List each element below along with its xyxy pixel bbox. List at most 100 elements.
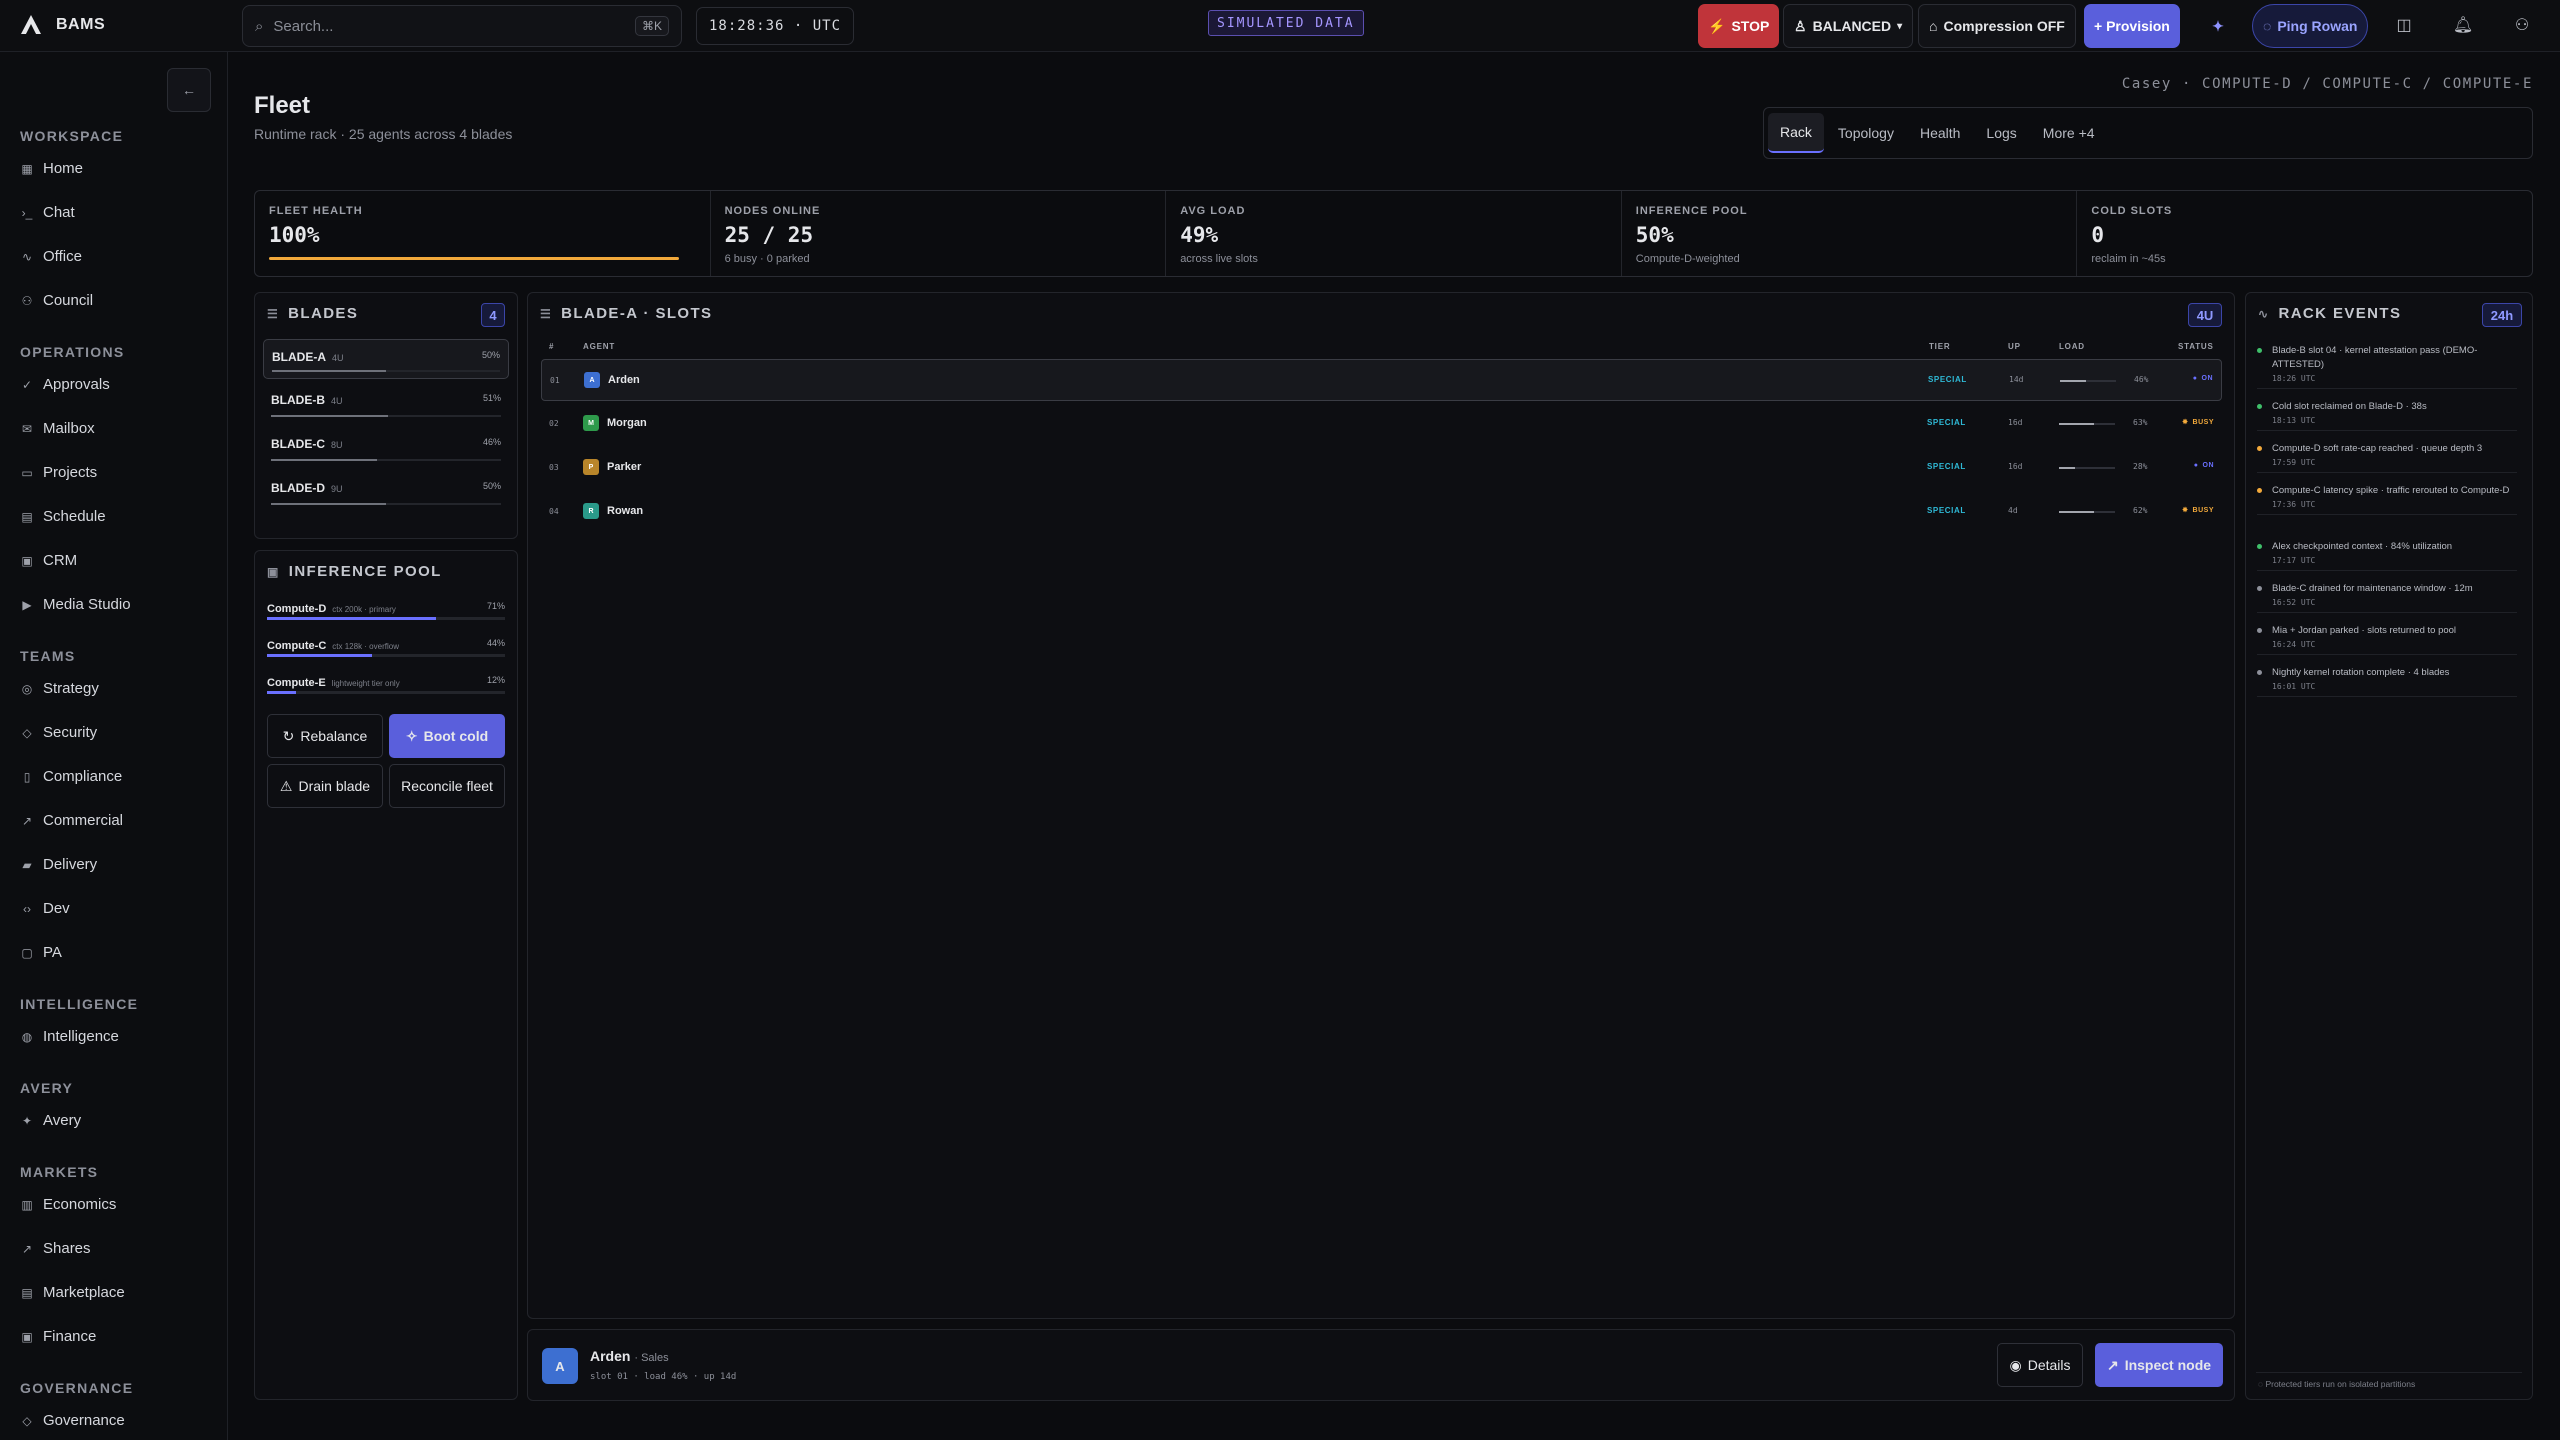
sidebar-item-avery[interactable]: ✦ Avery xyxy=(20,1112,81,1129)
sidebar-item-label: Finance xyxy=(43,1328,97,1345)
blade-name: BLADE-B xyxy=(271,393,325,407)
table-row[interactable]: 01 A Arden SPECIAL 14d 46% ● ON xyxy=(541,359,2222,401)
sidebar-item-home[interactable]: ▦ Home xyxy=(20,160,83,177)
sidebar-item-projects[interactable]: ▭ Projects xyxy=(20,464,97,481)
events-range-badge[interactable]: 24h xyxy=(2482,303,2522,327)
tab-logs[interactable]: Logs xyxy=(1974,113,2028,153)
sidebar-item-marketplace[interactable]: ▤ Marketplace xyxy=(20,1284,124,1301)
blades-count-badge: 4 xyxy=(481,303,505,327)
slot-number: 03 xyxy=(549,463,559,472)
details-button[interactable]: ◉ Details xyxy=(1997,1343,2083,1387)
event-dot xyxy=(2257,348,2262,353)
mode-dropdown[interactable]: ♙ BALANCED ▾ xyxy=(1783,4,1914,48)
slot-number: 02 xyxy=(549,419,559,428)
pool-load: 44% xyxy=(486,638,505,648)
sparkle-icon[interactable]: ✦ xyxy=(2202,4,2234,48)
load-percent: 28% xyxy=(2133,462,2148,471)
sidebar-item-office[interactable]: ∿ Office xyxy=(20,248,82,265)
event-time: 16:24 UTC xyxy=(2272,640,2316,649)
event-time: 17:17 UTC xyxy=(2272,556,2316,565)
tab-rack[interactable]: Rack xyxy=(1768,113,1824,153)
nav-icon: ◎ xyxy=(21,681,33,696)
sidebar-item-crm[interactable]: ▣ CRM xyxy=(20,552,77,569)
slot-number: 04 xyxy=(549,507,559,516)
blade-item[interactable]: BLADE-A 4U 50% xyxy=(263,339,509,379)
load-percent: 46% xyxy=(2134,375,2149,384)
stop-button[interactable]: ⚡ STOP xyxy=(1698,4,1780,48)
event-item: Compute-D soft rate-cap reached · queue … xyxy=(2257,442,2517,473)
sidebar-item-mailbox[interactable]: ✉ Mailbox xyxy=(20,420,95,437)
event-dot xyxy=(2257,586,2262,591)
blade-item[interactable]: BLADE-C 8U 46% xyxy=(263,427,509,467)
load-bar xyxy=(2060,380,2116,382)
shortcut-hint: ⌘K xyxy=(634,16,669,36)
kpi-cold-slots: COLD SLOTS 0 reclaim in ~45s xyxy=(2091,205,2173,265)
sidebar-item-schedule[interactable]: ▤ Schedule xyxy=(20,508,105,525)
page-title: Fleet xyxy=(254,92,311,119)
inspect-node-button[interactable]: ↗ Inspect node xyxy=(2095,1343,2223,1387)
sidebar-item-compliance[interactable]: ▯ Compliance xyxy=(20,768,123,785)
table-row[interactable]: 02 M Morgan SPECIAL 16d 63% ✸ BUSY xyxy=(541,403,2222,445)
user-icon[interactable]: ⚇ xyxy=(2511,14,2533,36)
sidebar-item-strategy[interactable]: ◎ Strategy xyxy=(20,680,99,697)
sidebar-item-council[interactable]: ⚇ Council xyxy=(20,292,93,309)
collapse-sidebar-button[interactable]: ← xyxy=(167,68,211,112)
bams-logo-icon xyxy=(21,15,41,34)
event-time: 16:01 UTC xyxy=(2272,682,2316,691)
tab-more[interactable]: More +4 xyxy=(2031,113,2107,153)
reconcile-fleet-button[interactable]: Reconcile fleet xyxy=(389,764,505,808)
boot-cold-button[interactable]: ✧ Boot cold xyxy=(389,714,505,758)
provision-button[interactable]: + Provision xyxy=(2084,4,2180,48)
status-dot-icon: ● xyxy=(2192,375,2198,382)
sidebar-item-pa[interactable]: ▢ PA xyxy=(20,944,62,961)
blade-load: 50% xyxy=(482,481,501,491)
load-bar xyxy=(2059,511,2115,513)
sidebar-item-label: Commercial xyxy=(43,812,124,829)
status-dot-icon: ✸ xyxy=(2182,419,2189,426)
panel-toggle-icon[interactable]: ◫ xyxy=(2393,14,2415,36)
sidebar-item-label: Avery xyxy=(43,1112,82,1129)
inference-pool-panel: ▣ INFERENCE POOL Compute-D ctx 200k · prim… xyxy=(254,550,518,1400)
event-time: 16:52 UTC xyxy=(2272,598,2316,607)
ping-button[interactable]: ◌ Ping Rowan xyxy=(2252,4,2369,48)
app-logo[interactable]: BAMS xyxy=(18,12,105,38)
nav-icon: ↗ xyxy=(21,813,33,828)
sidebar-item-approvals[interactable]: ✓ Approvals xyxy=(20,376,110,393)
warning-icon: ⚠ xyxy=(279,777,293,794)
sidebar-item-chat[interactable]: ›_ Chat xyxy=(20,204,75,221)
load-bar xyxy=(2059,467,2115,469)
drain-blade-button[interactable]: ⚠ Drain blade xyxy=(267,764,383,808)
sidebar-item-media-studio[interactable]: ▶ Media Studio xyxy=(20,596,131,613)
blade-item[interactable]: BLADE-B 4U 51% xyxy=(263,383,509,423)
nav-icon: ‹› xyxy=(23,901,31,916)
sidebar-item-intelligence[interactable]: ◍ Intelligence xyxy=(20,1028,119,1045)
kpi-avg-load: AVG LOAD 49% across live slots xyxy=(1166,191,1622,276)
uptime: 16d xyxy=(2008,418,2023,427)
sidebar-item-delivery[interactable]: ▰ Delivery xyxy=(20,856,97,873)
table-row[interactable]: 03 P Parker SPECIAL 16d 28% ● ON xyxy=(541,447,2222,489)
sidebar-item-economics[interactable]: ▥ Economics xyxy=(20,1196,116,1213)
sidebar-item-commercial[interactable]: ↗ Commercial xyxy=(20,812,123,829)
table-row[interactable]: 04 R Rowan SPECIAL 4d 62% ✸ BUSY xyxy=(541,491,2222,533)
tab-topology[interactable]: Topology xyxy=(1826,113,1906,153)
rebalance-button[interactable]: ↻ Rebalance xyxy=(267,714,383,758)
sidebar-item-label: Media Studio xyxy=(43,596,131,613)
sidebar-item-label: Chat xyxy=(43,204,75,221)
col-tier: TIER xyxy=(1929,342,1951,351)
slots-unit-badge: 4U xyxy=(2188,303,2222,327)
sidebar-item-finance[interactable]: ▣ Finance xyxy=(20,1328,96,1345)
sidebar-item-dev[interactable]: ‹› Dev xyxy=(20,900,70,917)
search-input[interactable]: ⌕ Search... ⌘K xyxy=(242,5,682,47)
pool-load-fill xyxy=(267,617,436,620)
sidebar-item-security[interactable]: ◇ Security xyxy=(20,724,97,741)
blade-load-bar xyxy=(271,503,501,505)
nav-icon: ▥ xyxy=(21,1197,33,1212)
sidebar-item-shares[interactable]: ↗ Shares xyxy=(20,1240,91,1257)
bell-icon[interactable]: 🔔︎ xyxy=(2452,14,2474,36)
blade-item[interactable]: BLADE-D 9U 50% xyxy=(263,471,509,511)
sidebar-item-governance[interactable]: ◇ Governance xyxy=(20,1412,124,1429)
fleet-health-bar xyxy=(269,257,679,260)
compression-toggle[interactable]: ⌂ Compression OFF xyxy=(1918,4,2076,48)
tab-health[interactable]: Health xyxy=(1908,113,1972,153)
sidebar: ← WORKSPACE ▦ Home ›_ Chat ∿ Office ⚇ Council OPE… xyxy=(0,52,228,1440)
